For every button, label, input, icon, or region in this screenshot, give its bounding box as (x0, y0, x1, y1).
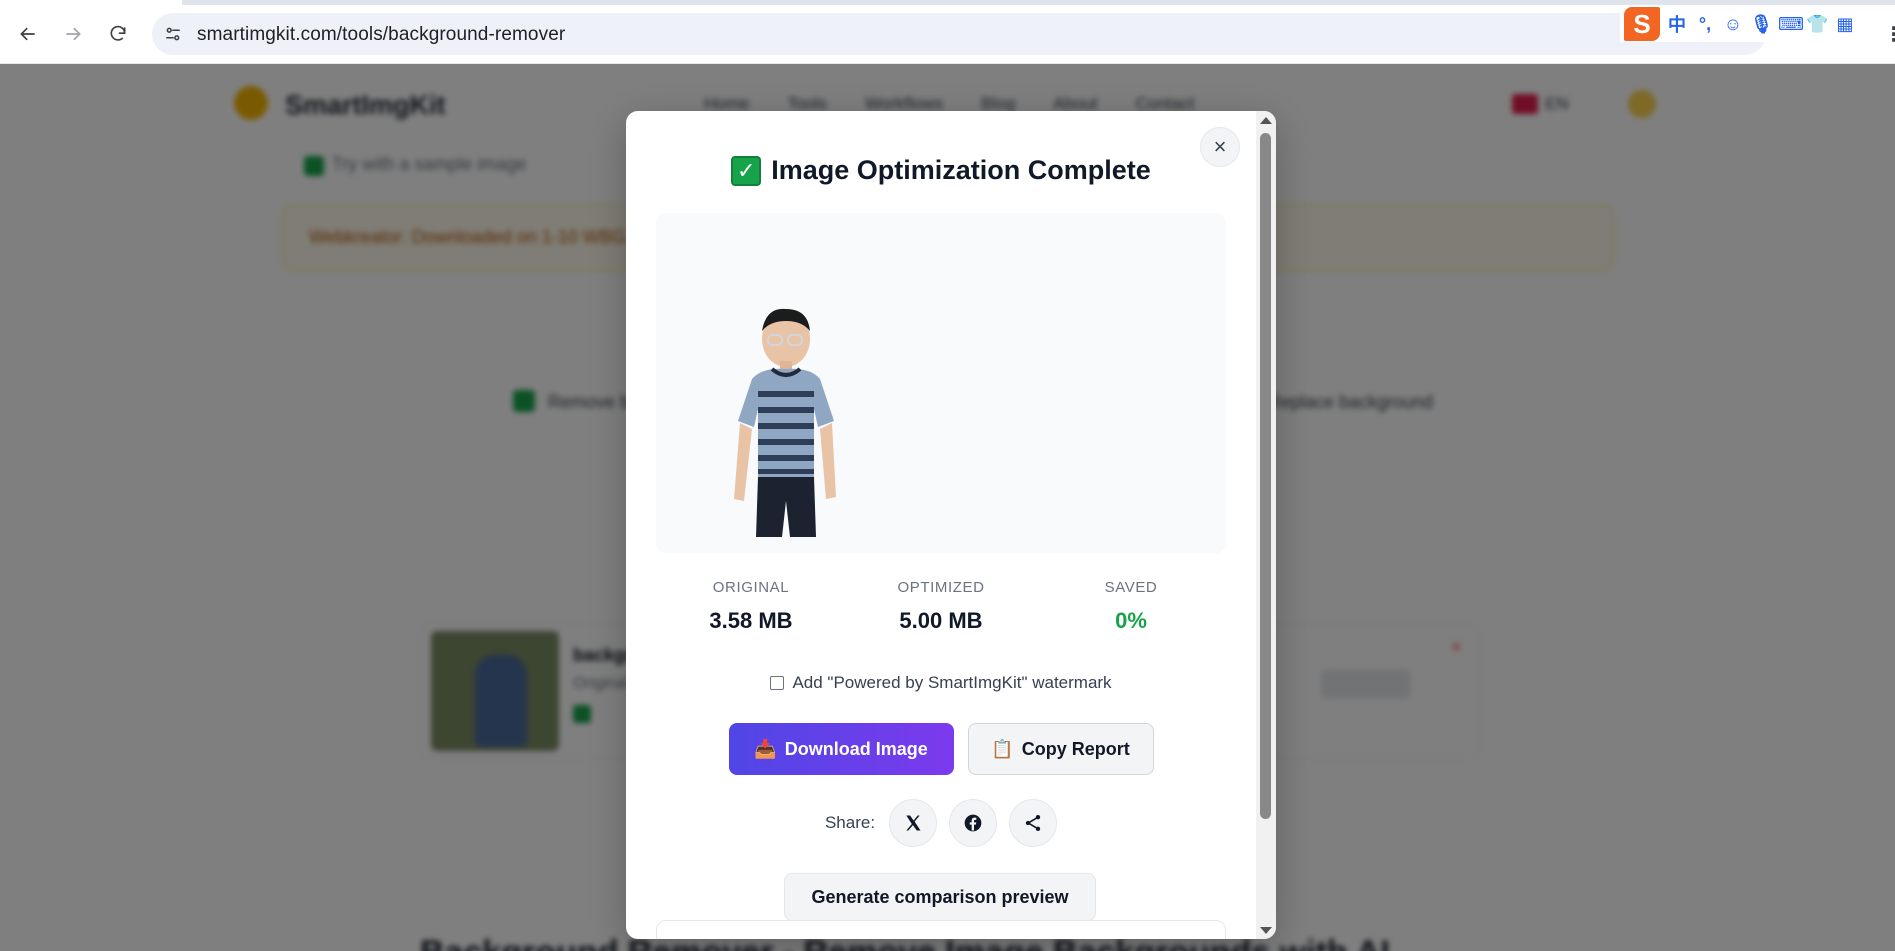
browser-toolbar: smartimgkit.com/tools/background-remover… (0, 0, 1895, 64)
generate-comparison-button[interactable]: Generate comparison preview (784, 873, 1096, 921)
chrome-menu-button[interactable]: ⋮ (1884, 22, 1895, 47)
share-row: Share: (626, 799, 1256, 847)
image-preview (656, 213, 1226, 553)
ime-toolbar: S 中 °, ☺ 🎙 ⌨ 👕 ▦ (1620, 6, 1860, 42)
ime-keyboard-icon[interactable]: ⌨ (1778, 14, 1804, 35)
download-icon: 📥 (754, 738, 777, 759)
facebook-icon (964, 814, 982, 832)
ime-chinese-mode[interactable]: 中 (1666, 11, 1688, 37)
result-image (734, 308, 836, 537)
arrow-right-icon (66, 27, 81, 41)
ime-skin-icon[interactable]: 👕 (1806, 14, 1828, 35)
stat-optimized: OPTIMIZED 5.00 MB (846, 579, 1036, 634)
scroll-thumb[interactable] (1260, 133, 1271, 819)
copy-label: Copy Report (1021, 738, 1130, 759)
download-image-button[interactable]: 📥 Download Image (728, 723, 954, 775)
watermark-option[interactable]: Add "Powered by SmartImgKit" watermark (626, 673, 1256, 693)
modal-title-row: ✓ Image Optimization Complete (626, 155, 1256, 186)
modal-scrollbar[interactable] (1256, 111, 1276, 939)
ime-punctuation[interactable]: °, (1694, 14, 1716, 35)
share-icon (1025, 815, 1041, 831)
share-facebook-button[interactable] (949, 799, 998, 847)
tune-icon (166, 27, 180, 41)
ime-voice-icon[interactable]: 🎙 (1750, 14, 1773, 35)
download-label: Download Image (784, 738, 928, 759)
site-info-button[interactable] (162, 23, 184, 45)
scroll-up-icon[interactable] (1260, 117, 1272, 124)
tab-strip-edge (0, 0, 1895, 5)
ime-emoji-icon[interactable]: ☺ (1722, 14, 1744, 35)
x-logo-icon (906, 815, 921, 831)
url-text[interactable]: smartimgkit.com/tools/background-remover (197, 24, 565, 46)
stats-row: ORIGINAL 3.58 MB OPTIMIZED 5.00 MB SAVED… (656, 579, 1226, 634)
stat-value: 5.00 MB (899, 608, 983, 633)
stat-value: 3.58 MB (709, 608, 793, 633)
reload-icon (110, 25, 126, 41)
action-buttons: 📥 Download Image 📋 Copy Report (626, 723, 1256, 775)
stat-label: SAVED (1104, 579, 1158, 596)
share-generic-button[interactable] (1009, 799, 1058, 847)
check-mark-icon: ✓ (731, 155, 762, 186)
active-tab-edge (0, 0, 182, 5)
next-section (656, 920, 1226, 939)
arrow-left-icon (20, 27, 35, 41)
reload-button[interactable] (102, 18, 134, 50)
watermark-label: Add "Powered by SmartImgKit" watermark (792, 673, 1112, 692)
result-modal: × ✓ Image Optimization Complete ORIGINAL… (626, 111, 1276, 939)
clipboard-icon: 📋 (991, 738, 1014, 759)
ime-grid-icon[interactable]: ▦ (1834, 14, 1856, 35)
copy-report-button[interactable]: 📋 Copy Report (967, 723, 1154, 775)
stat-original: ORIGINAL 3.58 MB (656, 579, 846, 634)
stat-label: OPTIMIZED (897, 579, 985, 596)
scroll-down-icon[interactable] (1260, 927, 1272, 934)
forward-button[interactable] (57, 18, 89, 50)
watermark-checkbox[interactable] (770, 676, 785, 690)
stat-saved: SAVED 0% (1036, 579, 1226, 634)
stat-value: 0% (1115, 608, 1147, 633)
share-label: Share: (824, 813, 876, 832)
back-button[interactable] (12, 18, 44, 50)
stat-label: ORIGINAL (712, 579, 790, 596)
share-x-button[interactable] (889, 799, 938, 847)
modal-title: Image Optimization Complete (771, 155, 1151, 185)
ime-logo[interactable]: S (1624, 7, 1660, 41)
address-bar[interactable]: smartimgkit.com/tools/background-remover (152, 13, 1766, 55)
